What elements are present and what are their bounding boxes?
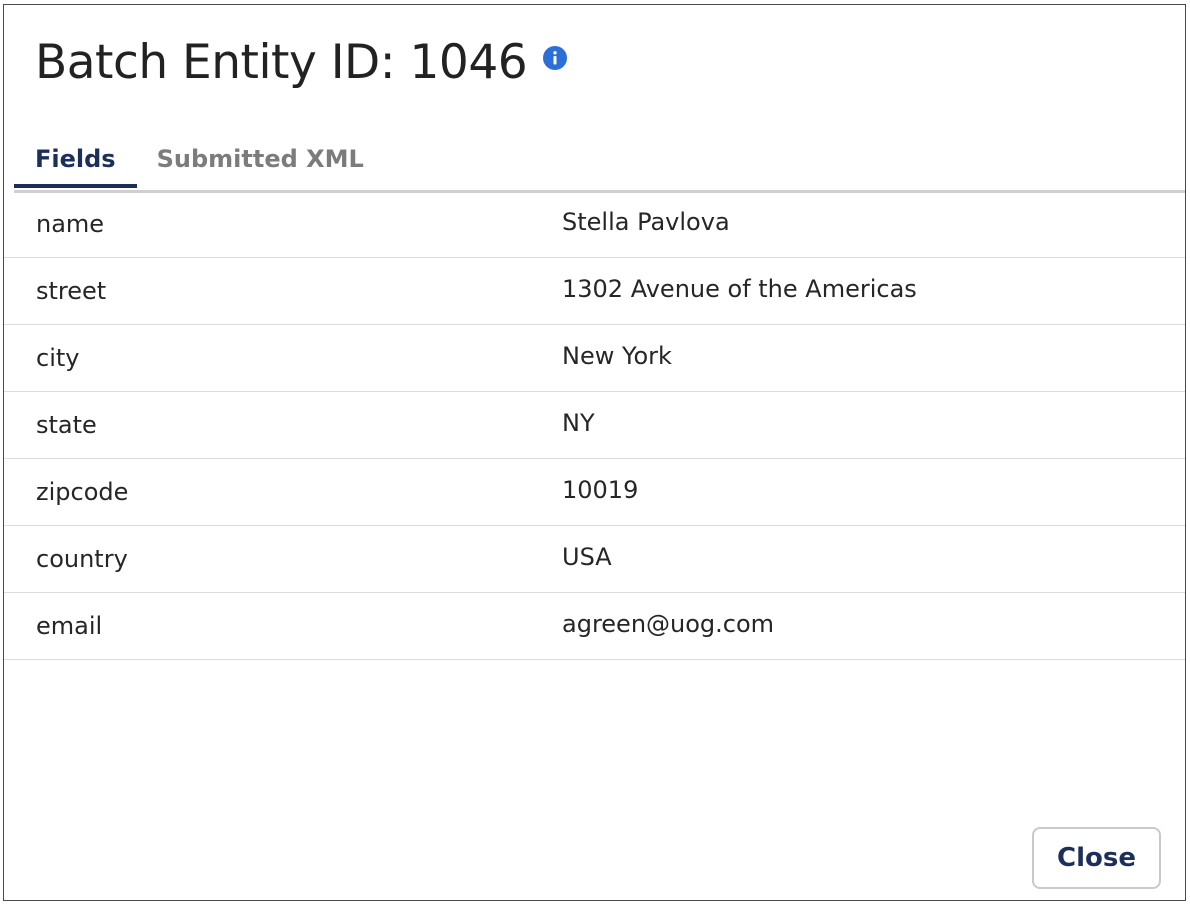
field-value: Stella Pavlova [562, 208, 730, 236]
field-key: email [36, 612, 103, 640]
field-row-email: email agreen@uog.com [4, 593, 1185, 660]
field-value: USA [562, 543, 612, 571]
field-key: country [36, 545, 128, 573]
field-row-zipcode: zipcode 10019 [4, 459, 1185, 526]
dialog-title: Batch Entity ID: 1046 [35, 35, 528, 90]
tab-bar: Fields Submitted XML [14, 140, 1185, 193]
fields-table: name Stella Pavlova street 1302 Avenue o… [4, 191, 1185, 660]
field-row-country: country USA [4, 526, 1185, 593]
info-icon[interactable] [543, 46, 568, 70]
field-key: name [36, 210, 105, 238]
field-value: 10019 [562, 476, 639, 504]
field-key: zipcode [36, 478, 129, 506]
field-value: 1302 Avenue of the Americas [562, 275, 917, 303]
close-button[interactable]: Close [1032, 827, 1161, 889]
batch-entity-dialog: Batch Entity ID: 1046 Fields Submitted X… [3, 4, 1186, 901]
field-row-name: name Stella Pavlova [4, 191, 1185, 258]
field-row-state: state NY [4, 392, 1185, 459]
dialog-header: Batch Entity ID: 1046 [35, 35, 568, 91]
field-key: city [36, 344, 80, 372]
tab-submitted-xml[interactable]: Submitted XML [137, 140, 385, 182]
field-value: New York [562, 342, 672, 370]
field-value: agreen@uog.com [562, 610, 775, 638]
field-row-street: street 1302 Avenue of the Americas [4, 258, 1185, 325]
field-key: street [36, 277, 107, 305]
field-value: NY [562, 409, 595, 437]
tab-fields[interactable]: Fields [14, 140, 137, 188]
field-row-city: city New York [4, 325, 1185, 392]
field-key: state [36, 411, 97, 439]
